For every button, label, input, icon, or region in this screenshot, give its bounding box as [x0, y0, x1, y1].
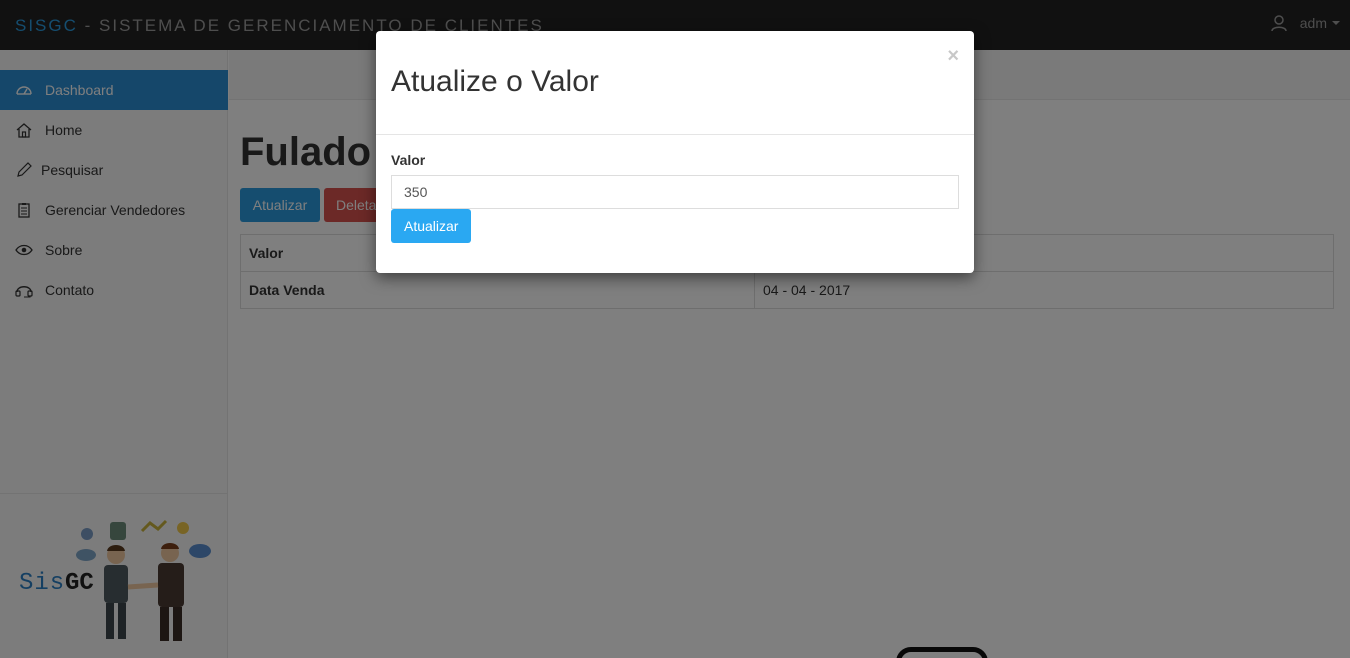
modal-header: Atualize o Valor × — [376, 31, 974, 135]
valor-label: Valor — [391, 152, 426, 168]
update-value-modal: Atualize o Valor × Valor Atualizar — [376, 31, 974, 273]
close-icon[interactable]: × — [947, 45, 959, 68]
submit-update-button[interactable]: Atualizar — [391, 209, 472, 243]
modal-title: Atualize o Valor — [391, 65, 599, 98]
valor-input[interactable] — [391, 175, 959, 209]
